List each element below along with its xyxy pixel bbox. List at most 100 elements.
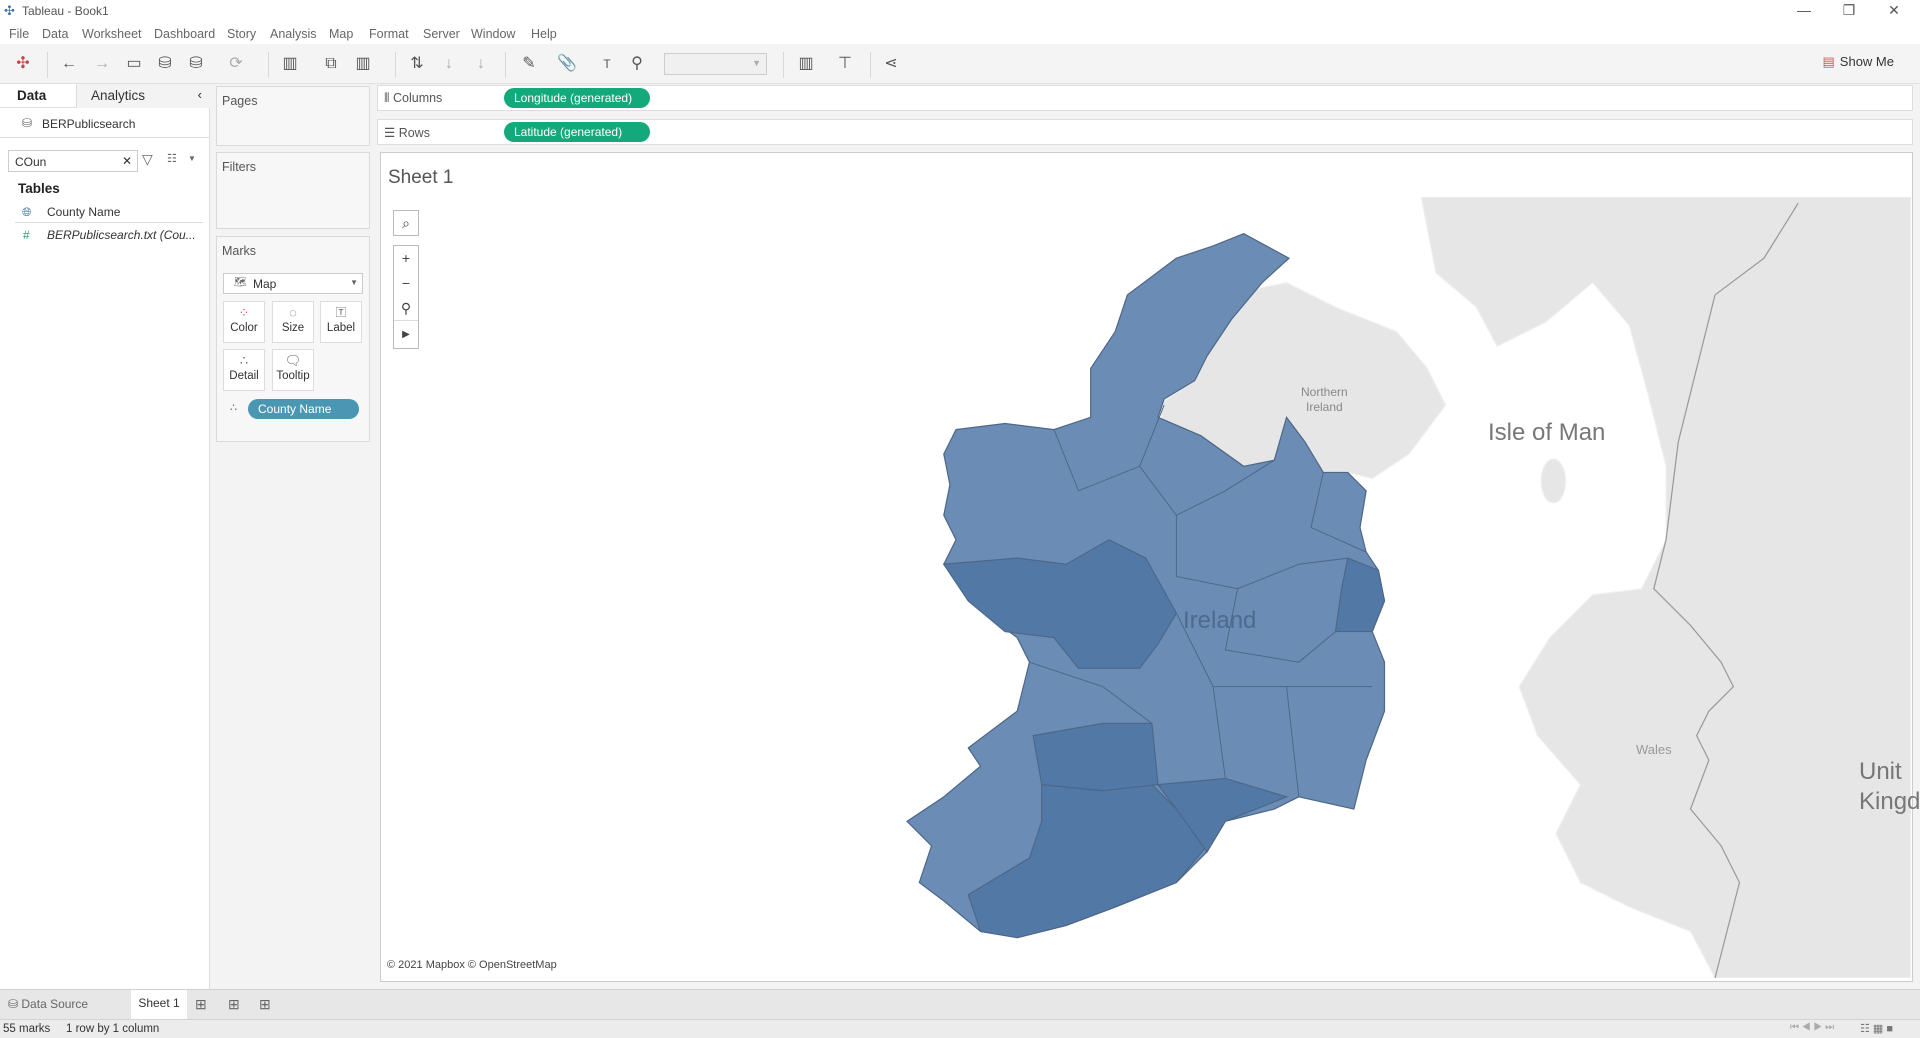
new-story-icon[interactable]: ⊞: [259, 996, 271, 1013]
latitude-pill[interactable]: Latitude (generated): [504, 122, 650, 142]
tab-analytics[interactable]: Analytics ‹: [76, 84, 210, 108]
filter-icon[interactable]: ▽: [142, 151, 153, 168]
zoom-out-button[interactable]: −: [394, 271, 418, 296]
label-wales: Wales: [1636, 742, 1672, 757]
show-me-button[interactable]: ▤ Show Me: [1823, 54, 1895, 70]
label-northern-ireland: Northern Ireland: [1301, 385, 1348, 414]
presentation-mode-icon[interactable]: ⊤: [834, 53, 856, 75]
color-icon: ⁘: [238, 305, 250, 320]
data-source-tab[interactable]: ⛁ Data Source: [8, 997, 88, 1011]
marks-card: Marks 🗺︎ Map ▼ ⁘ Color ◌ Size 🅃 Label ∴ Deta…: [216, 236, 370, 442]
share-icon[interactable]: ⋖: [880, 53, 902, 75]
pause-updates-icon[interactable]: ⛁: [185, 53, 207, 75]
zoom-in-button[interactable]: +: [394, 246, 418, 271]
map-view[interactable]: Northern Ireland Isle of Man Ireland Wale…: [383, 196, 1920, 979]
map-search-button[interactable]: ⌕: [393, 210, 419, 236]
show-labels-icon[interactable]: T: [596, 53, 618, 75]
isle-of-man-land: [1540, 458, 1567, 504]
menu-format[interactable]: Format: [369, 27, 409, 41]
size-card[interactable]: ◌ Size: [272, 301, 314, 343]
chevron-down-icon: ▼: [350, 278, 358, 287]
field-search-input[interactable]: COun ✕: [8, 150, 138, 172]
fit-dropdown[interactable]: ▼: [664, 53, 767, 75]
pin-icon: ⚲: [400, 300, 412, 316]
menu-window[interactable]: Window: [471, 27, 515, 41]
rows-shelf[interactable]: ☰ Rows Latitude (generated): [377, 119, 1913, 145]
group-icon[interactable]: 📎: [556, 53, 578, 75]
menu-story[interactable]: Story: [227, 27, 256, 41]
great-britain-land: [1420, 196, 1912, 979]
close-button[interactable]: ✕: [1879, 2, 1909, 19]
minimize-button[interactable]: —: [1789, 2, 1819, 18]
menu-data[interactable]: Data: [42, 27, 68, 41]
clear-sheet-icon[interactable]: ▥: [352, 53, 374, 75]
duplicate-sheet-icon[interactable]: ⧉: [320, 53, 342, 75]
number-icon: #: [23, 228, 30, 242]
label-isle-of-man: Isle of Man: [1488, 419, 1606, 446]
show-cards-icon[interactable]: ▥: [795, 53, 817, 75]
pin-icon[interactable]: ⚲: [626, 53, 648, 75]
field-county-name[interactable]: 🌐︎ County Name: [15, 201, 203, 223]
menu-analysis[interactable]: Analysis: [270, 27, 317, 41]
label-icon: 🅃: [335, 307, 347, 319]
search-icon: ⌕: [402, 215, 410, 231]
save-icon[interactable]: ▭: [123, 53, 145, 75]
menu-map[interactable]: Map: [329, 27, 353, 41]
color-card[interactable]: ⁘ Color: [223, 301, 265, 343]
label-ireland: Ireland: [1183, 607, 1257, 634]
new-worksheet-icon[interactable]: ▥: [279, 53, 301, 75]
tooltip-card[interactable]: 🗨︎ Tooltip: [272, 349, 314, 391]
undo-icon[interactable]: ←: [58, 53, 80, 75]
collapse-icon[interactable]: ‹: [198, 87, 202, 102]
expand-toolbar-button[interactable]: ▶: [394, 321, 418, 348]
datasource-item[interactable]: ⛁ BERPublicsearch: [0, 108, 209, 138]
sheet-title: Sheet 1: [388, 167, 454, 188]
pages-shelf[interactable]: Pages: [216, 86, 370, 146]
county-name-detail-pill[interactable]: County Name: [248, 399, 359, 419]
menu-file[interactable]: File: [9, 27, 29, 41]
new-dashboard-icon[interactable]: ⊞: [228, 996, 240, 1013]
highlight-icon[interactable]: ✎: [518, 53, 540, 75]
field-ber-count[interactable]: # BERPublicsearch.txt (Cou...: [15, 224, 203, 246]
show-me-icon: ▤: [1822, 54, 1835, 69]
view-mode-icons[interactable]: ☷ ▦ ■: [1860, 1022, 1893, 1035]
sort-descending-icon[interactable]: ↓: [470, 53, 492, 75]
sort-ascending-icon[interactable]: ↓: [438, 53, 460, 75]
new-datasource-icon[interactable]: ⛁: [154, 53, 176, 75]
tableau-home-icon[interactable]: ✣: [12, 53, 34, 75]
longitude-pill[interactable]: Longitude (generated): [504, 88, 650, 108]
toolbar: ✣ ← → ▭ ⛁ ⛁ ⟳ ▥ ⧉ ▥ ⇅ ↓ ↓ ✎ 📎 T ⚲ ▼ ▥ ⊤ …: [0, 44, 1920, 84]
redo-icon[interactable]: →: [91, 53, 113, 75]
menu-worksheet[interactable]: Worksheet: [82, 27, 142, 41]
status-bar: 55 marks 1 row by 1 column ⏮ ◀ ▶ ⏭ ☷ ▦ ■: [0, 1019, 1920, 1038]
sheet-navigation-icons[interactable]: ⏮ ◀ ▶ ⏭: [1790, 1022, 1834, 1033]
menu-help[interactable]: Help: [531, 27, 557, 41]
label-united-kingdom: Unit Kingd: [1859, 758, 1920, 815]
mark-type-dropdown[interactable]: 🗺︎ Map ▼: [223, 273, 363, 294]
pin-map-button[interactable]: ⚲: [394, 296, 418, 321]
filters-shelf[interactable]: Filters: [216, 152, 370, 229]
map-icon: 🗺︎: [234, 277, 247, 288]
map-controls: + − ⚲ ▶: [393, 245, 419, 349]
map-canvas[interactable]: [383, 196, 1912, 979]
new-worksheet-icon[interactable]: ⊞: [195, 996, 207, 1013]
swap-icon[interactable]: ⇅: [406, 53, 428, 75]
restore-button[interactable]: ❐: [1834, 2, 1864, 19]
sheet-1-tab[interactable]: Sheet 1: [131, 990, 187, 1019]
title-bar: ✣ Tableau - Book1 — ❐ ✕: [0, 0, 1920, 22]
label-card[interactable]: 🅃 Label: [320, 301, 362, 343]
county-limerick: [1032, 722, 1159, 792]
columns-icon: ⦀: [384, 91, 393, 105]
columns-shelf[interactable]: ⦀ Columns Longitude (generated): [377, 85, 1913, 111]
refresh-icon[interactable]: ⟳: [225, 53, 247, 75]
menu-dashboard[interactable]: Dashboard: [154, 27, 215, 41]
detail-card[interactable]: ∴ Detail: [223, 349, 265, 391]
menu-server[interactable]: Server: [423, 27, 460, 41]
view-list-icon[interactable]: ☷: [167, 152, 177, 165]
chevron-down-icon[interactable]: ▼: [188, 154, 196, 163]
rows-columns-count: 1 row by 1 column: [66, 1023, 160, 1035]
clear-search-icon[interactable]: ✕: [122, 154, 132, 168]
map-attribution[interactable]: © 2021 Mapbox © OpenStreetMap: [387, 959, 557, 971]
tab-data[interactable]: Data: [17, 88, 46, 103]
data-pane: Data Analytics ‹ ⛁ BERPublicsearch COun ✕…: [0, 84, 210, 989]
